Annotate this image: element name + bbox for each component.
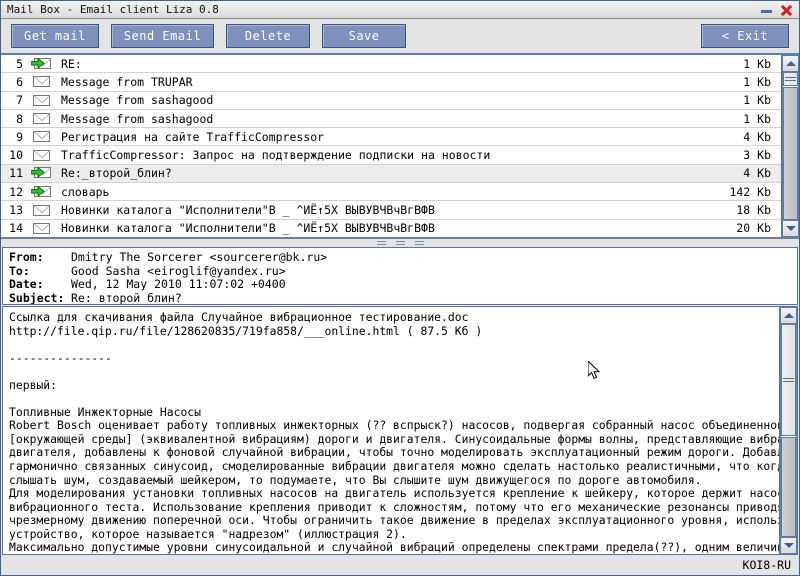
message-subject: RE:	[53, 57, 705, 71]
table-row[interactable]: 12 словарь142 Kb	[1, 183, 781, 201]
message-subject: Message from sashagood	[53, 112, 705, 126]
mail-icon	[29, 205, 53, 216]
message-index: 12	[1, 185, 29, 199]
message-index: 13	[1, 203, 29, 217]
email-subject-line: Subject: Re:_второй_блин?	[9, 292, 791, 305]
window-title: Mail Box - Email client Liza 0.8	[7, 3, 761, 16]
from-label: From:	[9, 251, 71, 265]
message-size: 4 Kb	[705, 130, 781, 144]
table-row[interactable]: 5 RE:1 Kb	[1, 55, 781, 73]
table-row[interactable]: 7 Message from sashagood1 Kb	[1, 92, 781, 110]
scroll-up-icon[interactable]	[780, 307, 797, 324]
message-subject: Новинки каталога "Исполнители"В _ ^ИЁ↑5Х…	[53, 221, 705, 235]
scroll-down-icon[interactable]	[780, 537, 797, 554]
save-button[interactable]: Save	[322, 24, 406, 48]
message-index: 14	[1, 221, 29, 235]
email-body-scrollbar[interactable]	[779, 307, 797, 554]
message-subject: Message from TRUPAR	[53, 75, 705, 89]
message-size: 1 Kb	[705, 57, 781, 71]
message-list-scroll-track[interactable]	[782, 72, 799, 220]
window-controls	[761, 4, 796, 16]
table-row[interactable]: 10 TrafficCompressor: Запрос на подтвержд…	[1, 146, 781, 164]
subject-value: Re:_второй_блин?	[71, 292, 182, 305]
email-header-panel: From: Dmitry The Sorcerer <sourcerer@bk.…	[2, 247, 798, 305]
message-index: 10	[1, 148, 29, 162]
replied-mail-icon	[29, 167, 53, 179]
message-size: 18 Kb	[705, 203, 781, 217]
close-icon[interactable]	[780, 4, 792, 16]
email-body-text[interactable]: Ссылка для скачивания файла Случайное ви…	[3, 307, 779, 554]
encoding-label: KOI8-RU	[743, 558, 791, 572]
table-row[interactable]: 14 Новинки каталога "Исполнители"В _ ^ИЁ↑…	[1, 220, 781, 237]
table-row[interactable]: 9 Регистрация на сайте TrafficCompressor4…	[1, 128, 781, 146]
email-body-panel: Ссылка для скачивания файла Случайное ви…	[2, 306, 798, 555]
message-index: 5	[1, 57, 29, 71]
table-row[interactable]: 13 Новинки каталога "Исполнители"В _ ^ИЁ↑…	[1, 201, 781, 219]
message-subject: Re:_второй_блин?	[53, 166, 705, 180]
message-index: 9	[1, 130, 29, 144]
table-row[interactable]: 6 Message from TRUPAR1 Kb	[1, 73, 781, 91]
scroll-thumb-grip-icon	[783, 376, 794, 384]
subject-label: Subject:	[9, 292, 71, 305]
message-subject: Новинки каталога "Исполнители"В _ ^ИЁ↑5Х…	[53, 203, 705, 217]
message-list-panel: 5RE:1 Kb6Message from TRUPAR1 Kb7Message…	[1, 55, 799, 238]
mail-icon	[29, 76, 53, 87]
mail-client-window: Mail Box - Email client Liza 0.8 Get mai…	[0, 0, 800, 576]
message-list[interactable]: 5RE:1 Kb6Message from TRUPAR1 Kb7Message…	[1, 55, 781, 237]
email-body-scroll-track[interactable]	[780, 324, 797, 537]
splitter-grip-icon	[377, 240, 386, 247]
date-value: Wed, 12 May 2010 11:07:02 +0400	[71, 278, 286, 292]
email-from-line: From: Dmitry The Sorcerer <sourcerer@bk.…	[9, 251, 791, 265]
message-subject: Message from sashagood	[53, 93, 705, 107]
toolbar: Get mail Send Email Delete Save < Exit	[1, 19, 799, 55]
exit-button[interactable]: < Exit	[701, 24, 789, 48]
splitter-grip-icon-2	[396, 240, 405, 247]
mail-icon	[29, 223, 53, 234]
email-date-line: Date: Wed, 12 May 2010 11:07:02 +0400	[9, 278, 791, 292]
email-body-scroll-thumb[interactable]	[781, 324, 796, 436]
message-size: 142 Kb	[705, 185, 781, 199]
table-row[interactable]: 11 Re:_второй_блин?4 Kb	[1, 165, 781, 183]
send-email-button[interactable]: Send Email	[111, 24, 214, 48]
from-value: Dmitry The Sorcerer <sourcerer@bk.ru>	[71, 251, 327, 265]
pane-splitter[interactable]	[1, 238, 799, 247]
minimize-icon[interactable]	[761, 4, 772, 15]
message-size: 3 Kb	[705, 148, 781, 162]
scroll-thumb-grip-icon	[785, 75, 796, 83]
email-body-scroll-thumb-lower[interactable]	[781, 437, 796, 537]
get-mail-button[interactable]: Get mail	[11, 24, 99, 48]
date-label: Date:	[9, 278, 71, 292]
message-size: 20 Kb	[705, 221, 781, 235]
table-row[interactable]: 8 Message from sashagood1 Kb	[1, 110, 781, 128]
message-subject: словарь	[53, 185, 705, 199]
to-label: To:	[9, 265, 71, 279]
message-size: 1 Kb	[705, 93, 781, 107]
scroll-up-icon[interactable]	[782, 55, 799, 72]
message-size: 1 Kb	[705, 112, 781, 126]
delete-button[interactable]: Delete	[226, 24, 310, 48]
message-index: 8	[1, 112, 29, 126]
mail-icon	[29, 150, 53, 161]
to-value: Good Sasha <eiroglif@yandex.ru>	[71, 265, 286, 279]
message-size: 4 Kb	[705, 166, 781, 180]
message-size: 1 Kb	[705, 75, 781, 89]
message-list-scroll-thumb[interactable]	[783, 72, 798, 86]
scroll-down-icon[interactable]	[782, 220, 799, 237]
email-to-line: To: Good Sasha <eiroglif@yandex.ru>	[9, 265, 791, 279]
mail-icon	[29, 131, 53, 142]
message-list-scrollbar[interactable]	[781, 55, 799, 237]
message-index: 6	[1, 75, 29, 89]
status-bar: KOI8-RU	[1, 555, 799, 575]
title-bar: Mail Box - Email client Liza 0.8	[1, 1, 799, 19]
splitter-grip-icon-3	[415, 240, 424, 247]
replied-mail-icon	[29, 186, 53, 198]
message-list-scroll-thumb-lower[interactable]	[783, 87, 798, 220]
message-index: 11	[1, 166, 29, 180]
message-subject: TrafficCompressor: Запрос на подтвержден…	[53, 148, 705, 162]
replied-mail-icon	[29, 58, 53, 70]
message-subject: Регистрация на сайте TrafficCompressor	[53, 130, 705, 144]
mail-icon	[29, 95, 53, 106]
mail-icon	[29, 113, 53, 124]
message-index: 7	[1, 93, 29, 107]
